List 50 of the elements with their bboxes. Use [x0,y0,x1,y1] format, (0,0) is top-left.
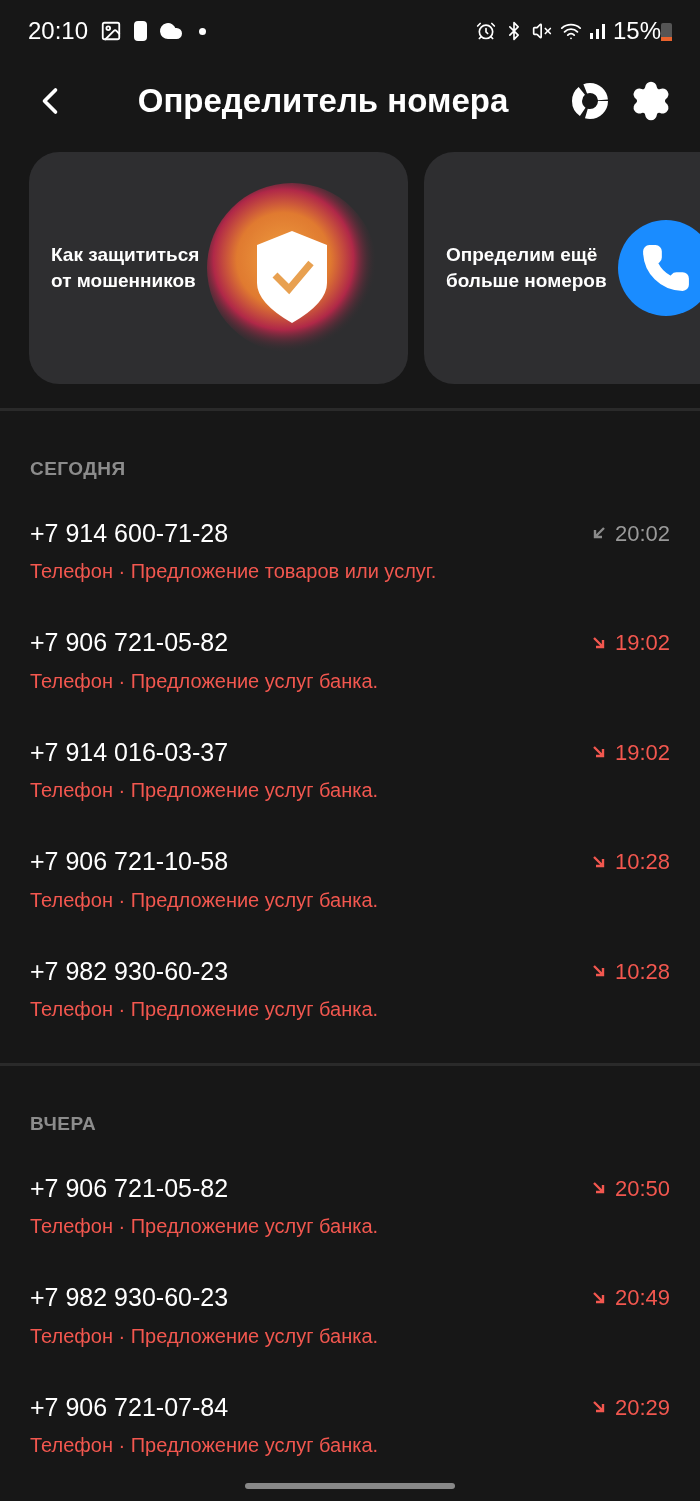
card-text: Как защититься от мошенников [51,243,201,293]
call-time: 20:49 [614,1284,670,1313]
donut-icon[interactable] [570,81,610,121]
call-caption: Телефон · Предложение услуг банка. [30,1214,380,1239]
battery-icon [661,21,672,41]
phone-number: +7 906 721-07-84 [30,1391,230,1423]
call-time: 20:50 [614,1174,670,1203]
call-time: 20:29 [614,1393,670,1422]
missed-arrow-icon [590,853,607,870]
call-row[interactable]: +7 906 721-05-82 19:02 Телефон · Предложение услуг банка. [0,605,700,715]
call-time: 10:28 [614,848,670,877]
call-row[interactable]: +7 906 721-05-82 20:50 Телефон · Предложение услуг банка. [0,1150,700,1260]
call-time: 20:02 [614,519,670,548]
promo-card[interactable]: Определим ещё больше номеров [424,152,700,384]
missed-arrow-icon [590,634,607,651]
call-caption: Телефон · Предложение услуг банка. [30,668,380,694]
section-title: СЕГОДНЯ [29,457,127,481]
section-title: ВЧЕРА [29,1112,98,1136]
call-row[interactable]: +7 982 930-60-23 10:28 Телефон · Предложение услуг банка. [0,933,700,1043]
phone-number: +7 906 721-05-82 [30,1172,230,1204]
phone-number: +7 914 600-71-28 [30,517,230,549]
call-row[interactable]: +7 906 721-07-84 20:29 Телефон · Предложение услуг банка. [0,1369,700,1479]
phone-number: +7 914 016-03-37 [30,736,230,768]
call-caption: Телефон · Предложение услуг банка. [30,997,380,1022]
phone-number: +7 906 721-05-82 [30,627,230,658]
call-row[interactable]: +7 914 600-71-28 20:02 Телефон · Предложение товаров или услуг. [0,495,700,605]
call-time: 19:02 [614,738,670,767]
battery-percent: 15% [612,16,661,46]
call-caption: Телефон · Предложение услуг банка. [30,887,380,913]
call-time: 10:28 [614,957,670,986]
call-caption: Телефон · Предложение услуг банка. [30,1323,380,1349]
missed-arrow-icon [590,1289,607,1306]
call-caption: Телефон · Предложение услуг банка. [30,1433,380,1458]
call-caption: Телефон · Предложение товаров или услуг. [30,559,438,584]
card-text: Определим ещё больше номеров [446,243,608,293]
call-row[interactable]: +7 906 721-10-58 10:28 Телефон · Предложение услуг банка. [0,824,700,934]
call-time: 19:02 [614,629,670,658]
status-time: 20:10 [28,16,89,46]
call-row[interactable]: +7 982 930-60-23 20:49 Телефон · Предложение услуг банка. [0,1260,700,1370]
alarm-icon [475,21,496,41]
page-title: Определитель номера [136,81,510,122]
call-row[interactable]: +7 914 016-03-37 19:02 Телефон · Предложение услуг банка. [0,714,700,824]
phone-number: +7 982 930-60-23 [30,1282,230,1313]
promo-card[interactable]: Как защититься от мошенников [29,152,408,384]
image-icon [100,20,123,42]
call-caption: Телефон · Предложение услуг банка. [30,778,380,803]
mute-icon [531,21,552,41]
phone-number: +7 906 721-10-58 [30,846,230,877]
phone-number: +7 982 930-60-23 [30,955,230,987]
signal-icon [589,23,605,39]
